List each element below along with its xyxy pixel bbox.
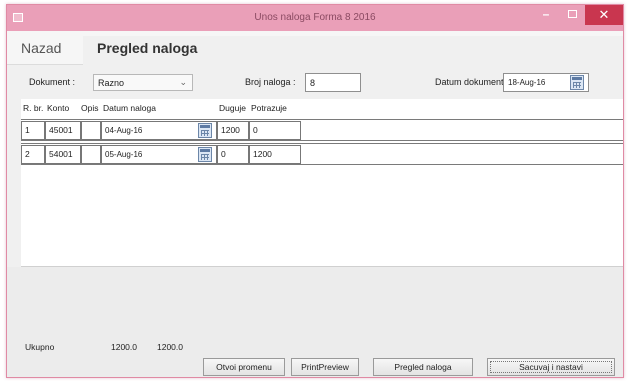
save-changes-button-label: Otvoi promenu (216, 362, 272, 372)
filter-bar: Dokument : Razno ⌄ Broj naloga : 8 Datum… (7, 65, 623, 99)
total-duguje: 1200.0 (111, 342, 137, 352)
cell-opis[interactable] (81, 121, 101, 140)
order-number-label: Broj naloga : (245, 77, 296, 87)
cell-potrazuje[interactable]: 1200 (249, 145, 301, 164)
review-orders-button-label: Pregled naloga (394, 362, 452, 372)
document-label: Dokument : (29, 77, 76, 87)
navigation-tabs: Nazad Pregled naloga (7, 31, 623, 65)
tab-pregled-naloga-label: Pregled naloga (97, 40, 198, 56)
cell-duguje[interactable]: 0 (217, 145, 249, 164)
cell-konto[interactable]: 45001 (45, 121, 81, 140)
app-window: Unos naloga Forma 8 2016 – ✕ Nazad Pregl… (6, 4, 624, 378)
cell-datum-value: 04-Aug-16 (105, 126, 143, 135)
maximize-button[interactable] (559, 5, 585, 25)
cell-potrazuje[interactable]: 0 (249, 121, 301, 140)
col-header-datum[interactable]: Datum naloga (103, 103, 156, 113)
save-and-continue-button-label: Sacuvaj i nastavi (490, 361, 612, 373)
save-and-continue-button[interactable]: Sacuvaj i nastavi (487, 358, 615, 376)
orders-grid: R. br. Konto Opis Datum naloga Duguje Po… (21, 99, 623, 267)
cell-datum[interactable]: 04-Aug-16 (101, 121, 217, 140)
tab-back[interactable]: Nazad (21, 40, 61, 56)
calendar-icon[interactable] (198, 147, 212, 162)
print-preview-button[interactable]: PrintPreview (291, 358, 359, 376)
cell-rb[interactable]: 1 (21, 121, 45, 140)
review-orders-button[interactable]: Pregled naloga (373, 358, 473, 376)
totals-label: Ukupno (25, 342, 55, 352)
maximize-icon (567, 10, 577, 18)
close-button[interactable]: ✕ (585, 5, 623, 25)
col-header-rb[interactable]: R. br. (23, 103, 43, 113)
col-header-konto[interactable]: Konto (47, 103, 69, 113)
total-potrazuje: 1200.0 (157, 342, 183, 352)
document-select-value: Razno (98, 78, 125, 88)
order-number-value: 8 (310, 78, 316, 88)
footer-panel: Ukupno 1200.0 1200.0 Otvoi promenu Print… (7, 267, 623, 377)
calendar-icon[interactable] (198, 123, 212, 138)
minimize-button[interactable]: – (533, 5, 559, 25)
table-row[interactable]: 1 45001 04-Aug-16 1200 0 (21, 119, 623, 141)
cell-duguje[interactable]: 1200 (217, 121, 249, 140)
doc-date-picker[interactable]: 18-Aug-16 (503, 73, 589, 92)
window-title: Unos naloga Forma 8 2016 (254, 12, 376, 23)
chevron-down-icon: ⌄ (179, 77, 187, 87)
table-row[interactable]: 2 54001 05-Aug-16 0 1200 (21, 143, 623, 165)
grid-header: R. br. Konto Opis Datum naloga Duguje Po… (21, 103, 623, 117)
doc-date-value: 18-Aug-16 (508, 78, 546, 87)
cell-rb[interactable]: 2 (21, 145, 45, 164)
order-number-input[interactable]: 8 (305, 73, 361, 92)
col-header-duguje[interactable]: Duguje (219, 103, 246, 113)
col-header-opis[interactable]: Opis (81, 103, 98, 113)
cell-datum-value: 05-Aug-16 (105, 150, 143, 159)
col-header-potrazuje[interactable]: Potrazuje (251, 103, 287, 113)
cell-opis[interactable] (81, 145, 101, 164)
tab-pregled-naloga[interactable]: Pregled naloga (83, 36, 623, 65)
cell-datum[interactable]: 05-Aug-16 (101, 145, 217, 164)
save-changes-button[interactable]: Otvoi promenu (203, 358, 285, 376)
document-select[interactable]: Razno ⌄ (93, 74, 193, 91)
title-bar[interactable]: Unos naloga Forma 8 2016 – ✕ (7, 5, 623, 31)
cell-konto[interactable]: 54001 (45, 145, 81, 164)
doc-date-label: Datum dokumenta (435, 77, 509, 87)
print-preview-button-label: PrintPreview (301, 362, 349, 372)
calendar-icon[interactable] (570, 75, 584, 90)
